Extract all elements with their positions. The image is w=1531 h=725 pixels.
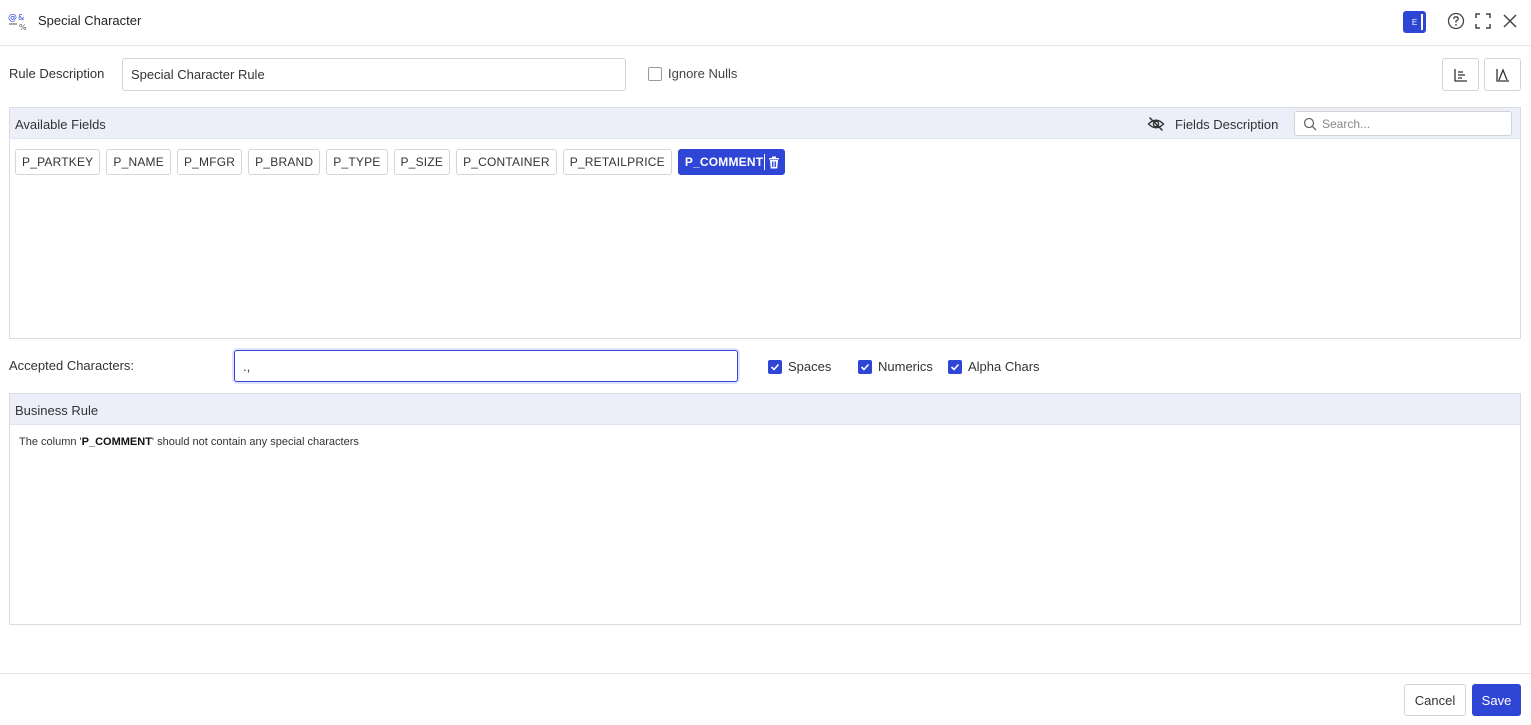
business-rule-column: P_COMMENT <box>81 436 152 448</box>
rule-description-input[interactable] <box>122 58 626 91</box>
field-chip[interactable]: P_MFGR <box>176 149 243 175</box>
check-icon <box>950 363 960 371</box>
numerics-checkbox[interactable]: Numerics <box>858 359 933 374</box>
alpha-chars-checkbox[interactable]: Alpha Chars <box>948 359 1040 374</box>
business-rule-header: Business Rule <box>10 394 1520 425</box>
close-icon[interactable] <box>1501 12 1519 30</box>
field-chips: P_PARTKEY P_NAME P_MFGR P_BRAND P_TYPE P… <box>15 149 786 175</box>
alpha-chars-box[interactable] <box>948 359 962 374</box>
special-character-icon: @ & % <box>8 13 27 31</box>
accepted-characters-label: Accepted Characters: <box>9 358 135 373</box>
business-rule-text: The column 'P_COMMENT' should not contai… <box>19 436 359 448</box>
ignore-nulls-box[interactable] <box>648 66 662 81</box>
svg-text:%: % <box>19 23 27 31</box>
spaces-label: Spaces <box>788 359 832 374</box>
cancel-button[interactable]: Cancel <box>1404 684 1466 716</box>
accepted-characters-input[interactable] <box>234 350 738 382</box>
bar-chart-button[interactable] <box>1442 58 1479 91</box>
business-rule-panel: Business Rule The column 'P_COMMENT' sho… <box>9 393 1521 625</box>
numerics-label: Numerics <box>878 359 933 374</box>
eye-off-icon[interactable] <box>1147 115 1165 133</box>
dialog-header: @ & % Special Character E <box>0 0 1531 46</box>
save-button[interactable]: Save <box>1472 684 1521 716</box>
spaces-checkbox[interactable]: Spaces <box>768 359 831 374</box>
business-rule-prefix: The column ' <box>19 436 82 448</box>
business-rule-title: Business Rule <box>15 403 99 418</box>
numerics-box[interactable] <box>858 359 872 374</box>
profile-chart-button[interactable] <box>1484 58 1521 91</box>
field-chip[interactable]: P_BRAND <box>248 149 321 175</box>
field-chip[interactable]: P_NAME <box>106 149 171 175</box>
trash-icon[interactable] <box>768 156 780 169</box>
dialog-footer: Cancel Save <box>0 673 1531 725</box>
field-chip[interactable]: P_RETAILPRICE <box>562 149 672 175</box>
ignore-nulls-checkbox[interactable]: Ignore Nulls <box>648 66 737 81</box>
alpha-chars-label: Alpha Chars <box>968 359 1040 374</box>
ignore-nulls-label: Ignore Nulls <box>668 66 738 81</box>
available-fields-panel: Available Fields Fields Description P_PA… <box>9 107 1521 339</box>
field-chip[interactable]: P_SIZE <box>393 149 451 175</box>
environment-badge[interactable]: E <box>1403 11 1426 33</box>
dialog-title: Special Character <box>38 13 142 28</box>
rule-description-label: Rule Description <box>9 66 105 81</box>
help-icon[interactable] <box>1447 12 1465 30</box>
svg-text:&: & <box>18 13 24 22</box>
field-search[interactable] <box>1294 111 1512 136</box>
search-icon <box>1303 117 1317 131</box>
available-fields-header: Available Fields Fields Description <box>10 108 1520 139</box>
fullscreen-icon[interactable] <box>1474 12 1492 30</box>
selected-field-label: P_COMMENT <box>684 155 764 169</box>
check-icon <box>860 363 870 371</box>
field-chip[interactable]: P_CONTAINER <box>456 149 557 175</box>
divider <box>764 154 766 170</box>
field-chip[interactable]: P_PARTKEY <box>15 149 101 175</box>
fields-description-label[interactable]: Fields Description <box>1175 117 1278 132</box>
field-chip[interactable]: P_TYPE <box>326 149 388 175</box>
spaces-box[interactable] <box>768 359 782 374</box>
line-chart-icon <box>1495 67 1509 82</box>
check-icon <box>770 363 780 371</box>
field-chip-selected[interactable]: P_COMMENT <box>677 149 786 175</box>
business-rule-suffix: ' should not contain any special charact… <box>151 436 359 448</box>
available-fields-title: Available Fields <box>15 117 106 132</box>
search-input[interactable] <box>1322 114 1507 133</box>
bar-chart-icon <box>1453 68 1467 82</box>
svg-text:@: @ <box>8 13 17 23</box>
